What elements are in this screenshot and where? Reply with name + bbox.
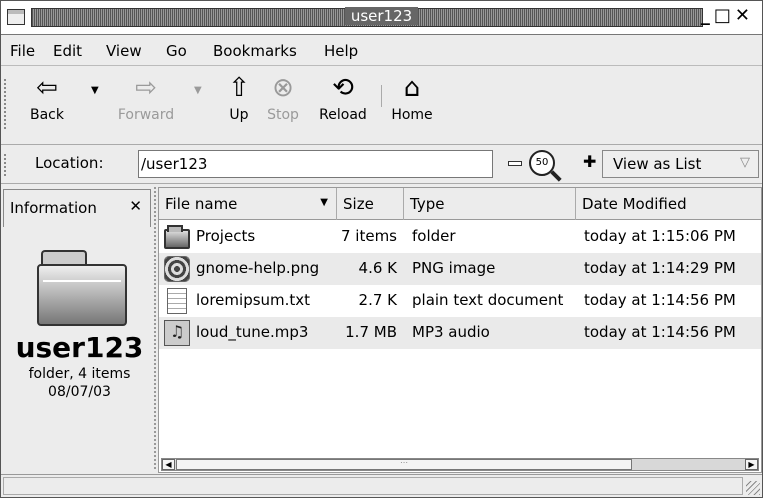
file-date: today at 1:14:29 PM [584,259,736,277]
folder-large-icon [37,250,127,326]
side-pane: Information ✕ user123 folder, 4 items 08… [1,185,158,473]
location-bar-grip[interactable] [4,154,8,176]
horizontal-scrollbar[interactable]: ◀ ⋯ ▶ [161,458,759,471]
file-name: loud_tune.mp3 [196,323,309,341]
side-pane-selector[interactable]: Information ✕ [3,189,151,227]
file-type: PNG image [412,259,496,277]
minimize-icon[interactable]: _ [701,5,714,26]
stop-icon: ⊗ [272,73,294,103]
image-icon [164,256,190,282]
reload-label: Reload [319,107,367,123]
menu-go[interactable]: Go [166,42,187,60]
home-icon: ⌂ [403,73,421,103]
status-message-panel [3,477,743,495]
resize-grip-icon[interactable] [746,481,760,495]
column-file-name[interactable]: File name ▼ [159,188,337,220]
scrollbar-thumb[interactable]: ⋯ [176,459,632,470]
file-name: Projects [196,227,256,245]
table-row[interactable]: loremipsum.txt 2.7 K plain text document… [159,285,761,317]
file-date: today at 1:14:56 PM [584,323,736,341]
chevron-down-icon: ▽ [740,155,750,170]
location-label: Location: [35,154,104,172]
column-type[interactable]: Type [404,188,576,220]
file-type: plain text document [412,291,564,309]
file-name: loremipsum.txt [196,291,311,309]
table-row[interactable]: Projects 7 items folder today at 1:15:06… [159,221,761,253]
text-file-icon [167,288,187,314]
close-side-pane-icon[interactable]: ✕ [129,197,142,215]
column-size[interactable]: Size [337,188,404,220]
menu-bookmarks[interactable]: Bookmarks [213,42,297,60]
column-date-modified[interactable]: Date Modified [576,188,761,220]
stop-button[interactable]: ⊗ Stop [261,71,305,137]
folder-icon [164,225,190,249]
file-name: gnome-help.png [196,259,320,277]
forward-history-dropdown-icon[interactable]: ▼ [194,85,202,96]
audio-file-icon [164,320,190,346]
toolbar: ⇦ Back ▼ ⇨ Forward ▼ ⇧ Up ⊗ Stop ⟲ Reloa… [1,67,762,145]
table-row[interactable]: loud_tune.mp3 1.7 MB MP3 audio today at … [159,317,761,349]
file-size: 2.7 K [358,291,397,309]
back-label: Back [30,107,64,123]
back-button[interactable]: ⇦ Back [17,71,77,137]
file-list-header: File name ▼ Size Type Date Modified [159,188,761,220]
menu-view[interactable]: View [106,42,142,60]
zoom-lens-handle [550,170,562,182]
menu-edit[interactable]: Edit [53,42,82,60]
menu-bar: File Edit View Go Bookmarks Help [1,36,762,66]
window-title: user123 [344,7,419,25]
file-size: 4.6 K [358,259,397,277]
file-type: folder [412,227,456,245]
back-arrow-icon: ⇦ [36,73,58,103]
close-icon[interactable]: ✕ [735,5,754,26]
location-bar: Location: 50 ✚ View as List ▽ [1,146,762,184]
file-type: MP3 audio [412,323,490,341]
zoom-out-icon[interactable] [508,161,522,166]
side-pane-folder-date: 08/07/03 [48,384,111,400]
menu-help[interactable]: Help [324,42,358,60]
file-size: 7 items [340,227,397,245]
maximize-icon[interactable]: □ [714,5,735,26]
file-list-view: File name ▼ Size Type Date Modified Proj… [158,187,762,473]
side-pane-folder-name: user123 [15,331,144,364]
reload-button[interactable]: ⟲ Reload [312,71,374,137]
up-button[interactable]: ⇧ Up [219,71,259,137]
side-pane-folder-type: folder, 4 items [28,366,131,382]
menu-file[interactable]: File [10,42,35,60]
side-pane-title: Information [10,199,97,217]
status-bar [1,474,762,497]
up-label: Up [229,107,249,123]
zoom-in-icon[interactable]: ✚ [583,152,596,171]
up-arrow-icon: ⇧ [228,73,250,103]
forward-button[interactable]: ⇨ Forward [109,71,183,137]
title-bar: user123 _□✕ [1,1,762,35]
file-size: 1.7 MB [345,323,397,341]
table-row[interactable]: gnome-help.png 4.6 K PNG image today at … [159,253,761,285]
sort-descending-icon: ▼ [320,197,328,208]
location-input[interactable] [138,150,493,178]
forward-label: Forward [117,107,175,123]
file-date: today at 1:15:06 PM [584,227,736,245]
home-button[interactable]: ⌂ Home [387,71,437,137]
stop-label: Stop [267,107,299,123]
back-history-dropdown-icon[interactable]: ▼ [91,85,99,96]
scroll-right-icon[interactable]: ▶ [745,459,758,470]
toolbar-grip[interactable] [4,79,8,129]
file-date: today at 1:14:56 PM [584,291,736,309]
view-as-label: View as List [613,155,702,173]
home-label: Home [391,107,433,123]
toolbar-separator [381,85,382,107]
scroll-left-icon[interactable]: ◀ [162,459,175,470]
forward-arrow-icon: ⇨ [135,73,157,103]
view-as-dropdown[interactable]: View as List ▽ [602,150,759,178]
file-manager-window: user123 _□✕ File Edit View Go Bookmarks … [0,0,763,498]
reload-icon: ⟲ [332,73,354,103]
